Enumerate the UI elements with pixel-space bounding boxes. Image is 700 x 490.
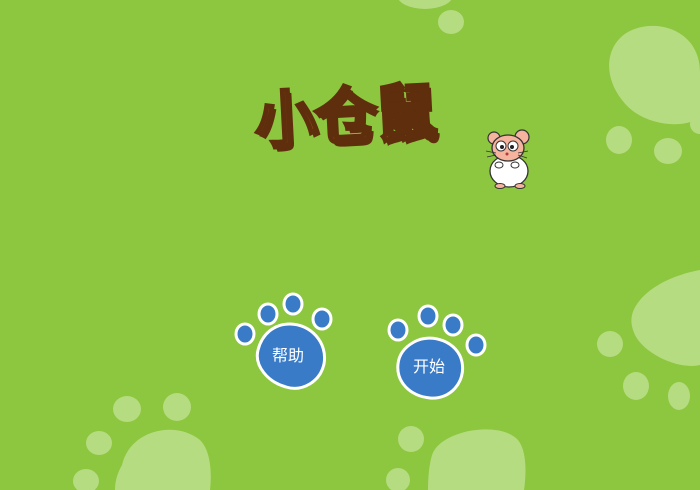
start-button-label: 开始 <box>412 357 445 376</box>
help-button[interactable]: 帮助 <box>232 292 336 396</box>
paw-print-icon <box>73 393 211 490</box>
start-button[interactable]: 开始 <box>384 302 490 402</box>
paw-print-icon <box>387 304 487 400</box>
paw-print-icon <box>234 292 333 390</box>
paw-print-icon <box>386 426 526 490</box>
paw-print-icon <box>606 25 700 164</box>
paw-print-icon <box>398 0 464 34</box>
paw-print-icon <box>597 270 700 410</box>
game-title: 小仓鼠 <box>252 74 439 159</box>
hamster-icon <box>485 129 530 189</box>
game-start-screen: 小仓鼠 帮助 开始 <box>0 0 700 490</box>
help-button-label: 帮助 <box>271 346 304 365</box>
